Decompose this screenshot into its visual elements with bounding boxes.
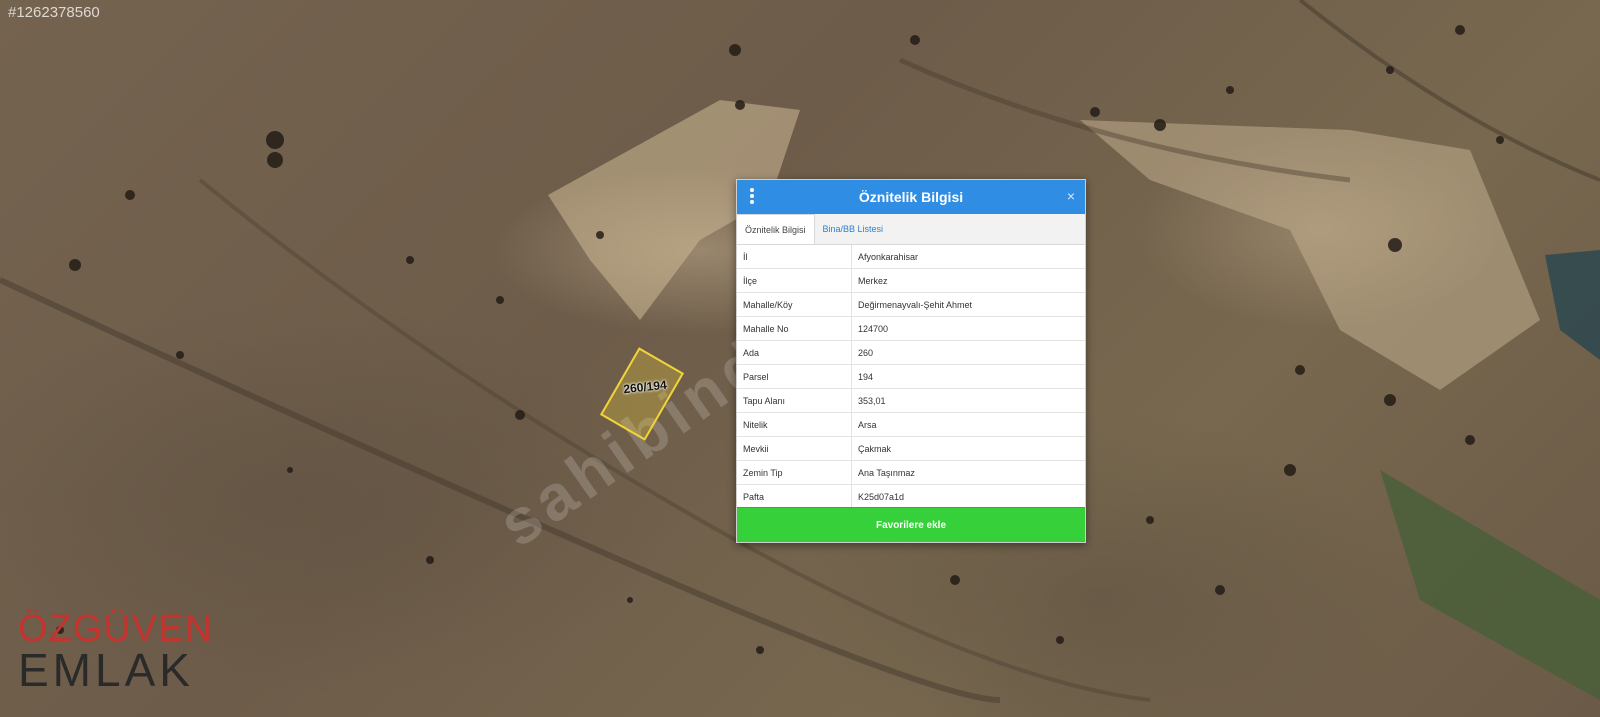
row-value: 260: [851, 340, 1085, 365]
row-value: Afyonkarahisar: [851, 245, 1085, 269]
water-body: [1545, 250, 1600, 360]
row-value: 194: [851, 364, 1085, 389]
tab-building-list[interactable]: Bina/BB Listesi: [815, 214, 892, 244]
row-key: Parsel: [737, 364, 852, 389]
panel-header: Öznitelik Bilgisi ×: [737, 180, 1085, 214]
tab-attribute-info[interactable]: Öznitelik Bilgisi: [737, 214, 815, 244]
row-value: Değirmenayvalı-Şehit Ahmet: [851, 292, 1085, 317]
table-row: Pafta K25d07a1d: [737, 484, 1085, 509]
table-row: İl Afyonkarahisar: [737, 245, 1085, 269]
table-row: Mahalle/Köy Değirmenayvalı-Şehit Ahmet: [737, 292, 1085, 317]
logo-top-text: ÖZGÜVEN: [18, 608, 213, 650]
row-key: İl: [737, 245, 852, 269]
table-row: Mevkii Çakmak: [737, 436, 1085, 461]
row-key: Mevkii: [737, 436, 852, 461]
field-patch: [1080, 120, 1540, 390]
row-key: Ada: [737, 340, 852, 365]
table-row: İlçe Merkez: [737, 268, 1085, 293]
vertical-dots-icon[interactable]: [749, 188, 755, 206]
panel-tabs: Öznitelik Bilgisi Bina/BB Listesi: [737, 214, 1085, 245]
table-row: Parsel 194: [737, 364, 1085, 389]
close-icon[interactable]: ×: [1067, 188, 1075, 204]
row-value: Merkez: [851, 268, 1085, 293]
row-value: K25d07a1d: [851, 484, 1085, 509]
listing-id-watermark: #1262378560: [8, 4, 100, 21]
attribute-table: İl Afyonkarahisar İlçe Merkez Mahalle/Köy D…: [737, 245, 1085, 509]
add-to-favorites-button[interactable]: Favorilere ekle: [737, 507, 1085, 542]
row-value: Çakmak: [851, 436, 1085, 461]
table-row: Mahalle No 124700: [737, 316, 1085, 341]
attribute-info-panel: Öznitelik Bilgisi × Öznitelik Bilgisi Bi…: [736, 179, 1086, 543]
row-key: Mahalle No: [737, 316, 852, 341]
row-value: 353,01: [851, 388, 1085, 413]
row-key: Mahalle/Köy: [737, 292, 852, 317]
table-row: Tapu Alanı 353,01: [737, 388, 1085, 413]
row-key: Nitelik: [737, 412, 852, 437]
row-value: 124700: [851, 316, 1085, 341]
panel-title: Öznitelik Bilgisi: [858, 189, 964, 205]
row-key: Pafta: [737, 484, 852, 509]
table-row: Nitelik Arsa: [737, 412, 1085, 437]
vegetation-strip: [1380, 470, 1600, 700]
row-value: Ana Taşınmaz: [851, 460, 1085, 485]
row-key: İlçe: [737, 268, 852, 293]
logo-bottom-text: EMLAK: [18, 644, 194, 696]
table-row: Ada 260: [737, 340, 1085, 365]
row-value: Arsa: [851, 412, 1085, 437]
row-key: Zemin Tip: [737, 460, 852, 485]
row-key: Tapu Alanı: [737, 388, 852, 413]
agency-logo: ÖZGÜVEN EMLAK: [18, 608, 213, 696]
table-row: Zemin Tip Ana Taşınmaz: [737, 460, 1085, 485]
